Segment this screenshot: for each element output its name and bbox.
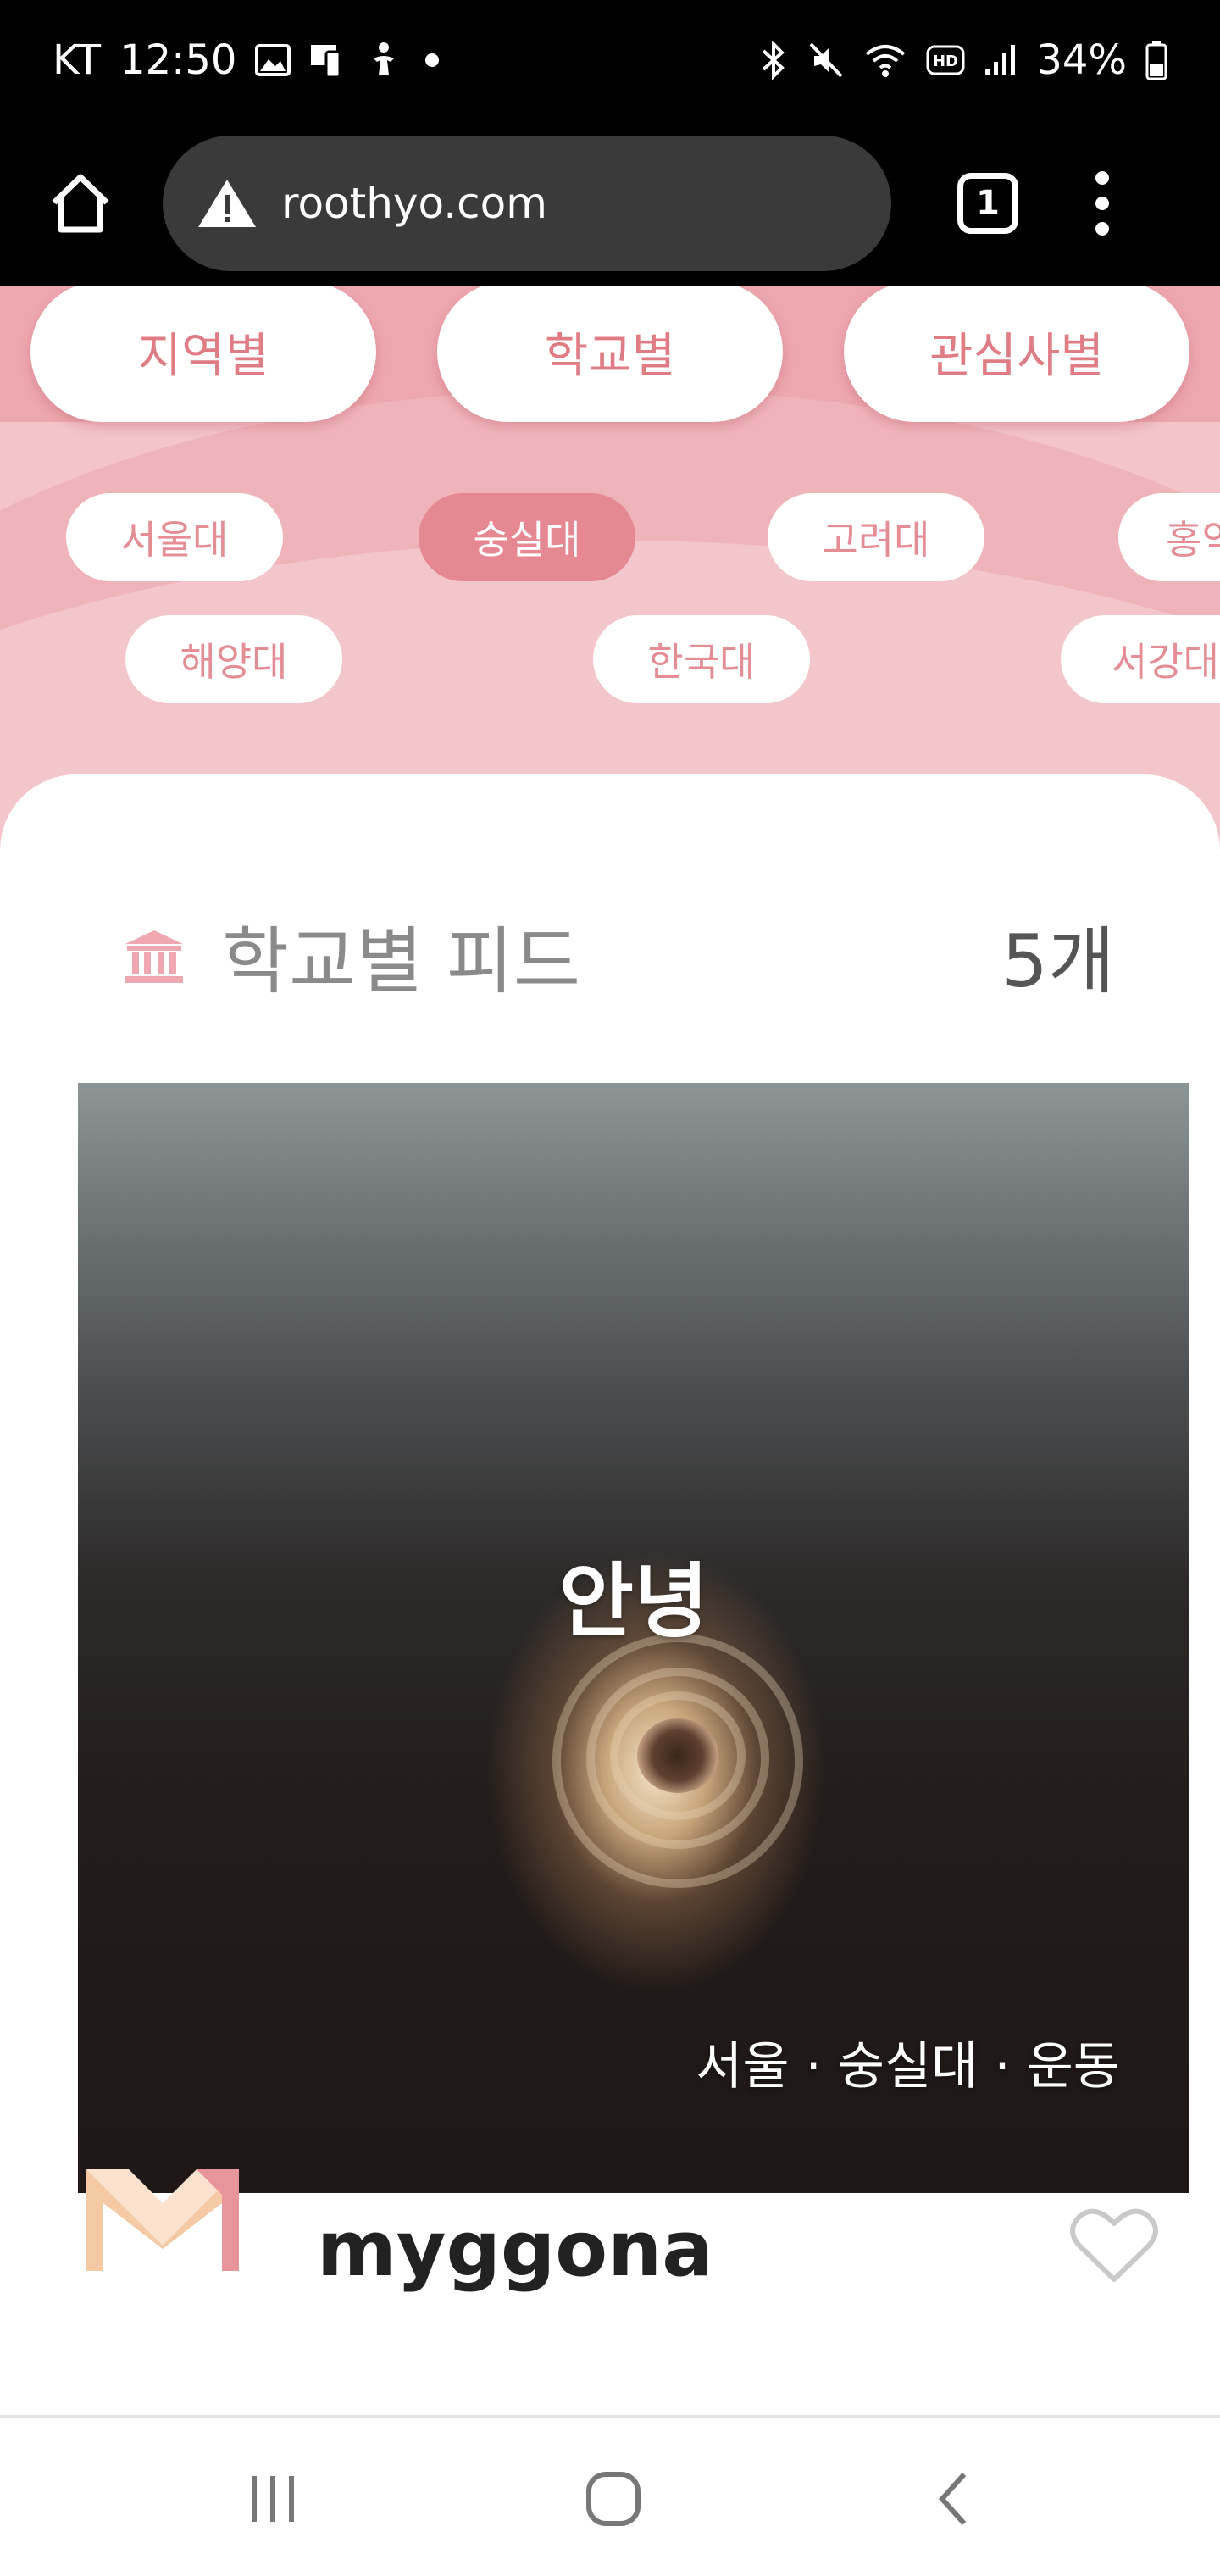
accessibility-icon <box>367 42 401 79</box>
filter-tabs: 지역별 학교별 관심사별 <box>0 286 1220 430</box>
signal-icon <box>984 43 1018 77</box>
chip-soongsil-univ[interactable]: 숭실대 <box>419 493 635 581</box>
status-bar: KT 12:50 HD 34% <box>0 0 1220 120</box>
feed-count: 5개 <box>1001 919 1115 1004</box>
feed-card: 학교별 피드 5개 안녕 서울 · 숭실대 · 운동 myggona <box>0 774 1220 2415</box>
post-tags: 서울 · 숭실대 · 운동 <box>696 2037 1120 2096</box>
menu-dot <box>1095 197 1109 210</box>
back-chevron-icon <box>938 2472 967 2526</box>
menu-dot <box>1095 222 1109 236</box>
post-image[interactable]: 안녕 서울 · 숭실대 · 운동 <box>78 1083 1190 2193</box>
chip-haeyang-univ[interactable]: 해양대 <box>125 615 342 703</box>
recent-apps-button[interactable] <box>239 2465 307 2533</box>
author-name[interactable]: myggona <box>317 2205 713 2294</box>
chip-korea-univ[interactable]: 고려대 <box>768 493 984 581</box>
chip-hongik-univ[interactable]: 홍익 <box>1118 493 1220 581</box>
status-left-group: KT 12:50 <box>53 36 445 84</box>
tab-region[interactable]: 지역별 <box>30 286 376 422</box>
home-button[interactable] <box>42 165 119 242</box>
notification-dot-icon <box>419 47 445 73</box>
feed-header: 학교별 피드 5개 <box>0 774 1220 1029</box>
home-nav-button[interactable] <box>580 2465 647 2533</box>
warning-icon <box>198 180 256 227</box>
wifi-icon <box>863 42 907 78</box>
mute-icon <box>807 41 845 80</box>
browser-toolbar: roothyo.com 1 <box>0 120 1220 286</box>
home-circle-icon <box>586 2472 640 2526</box>
chip-hankuk-univ[interactable]: 한국대 <box>593 615 810 703</box>
clock: 12:50 <box>119 36 237 84</box>
tunnel-hole <box>637 1718 718 1793</box>
status-right-group: HD 34% <box>758 36 1167 84</box>
gallery-icon <box>255 44 291 76</box>
home-icon <box>52 174 109 233</box>
bluetooth-icon <box>758 41 789 80</box>
hd-icon: HD <box>926 45 965 75</box>
overflow-menu-button[interactable] <box>1090 171 1115 236</box>
recent-apps-icon <box>252 2476 294 2522</box>
tab-interest[interactable]: 관심사별 <box>844 286 1190 422</box>
battery-icon <box>1145 41 1167 80</box>
address-bar[interactable]: roothyo.com <box>163 136 891 271</box>
tab-count: 1 <box>976 184 1000 223</box>
url-text: roothyo.com <box>281 179 547 228</box>
system-nav-bar <box>0 2415 1220 2576</box>
post-title: 안녕 <box>558 1554 709 1649</box>
screen-mirror-icon <box>309 42 348 79</box>
battery-percent: 34% <box>1036 36 1127 84</box>
menu-dot <box>1095 171 1109 185</box>
svg-text:HD: HD <box>933 53 958 70</box>
chip-sogang-univ[interactable]: 서강대 <box>1061 615 1220 703</box>
back-button[interactable] <box>920 2465 988 2533</box>
post-author-row: myggona <box>0 2139 1220 2342</box>
chip-seoul-univ[interactable]: 서울대 <box>66 493 283 581</box>
tab-switcher-button[interactable]: 1 <box>957 173 1018 234</box>
heart-icon[interactable] <box>1069 2205 1159 2286</box>
carrier-label: KT <box>53 36 102 84</box>
feed-title: 학교별 피드 <box>222 919 580 1004</box>
author-avatar[interactable] <box>78 2144 247 2285</box>
school-icon <box>125 930 183 983</box>
tab-school[interactable]: 학교별 <box>437 286 783 422</box>
